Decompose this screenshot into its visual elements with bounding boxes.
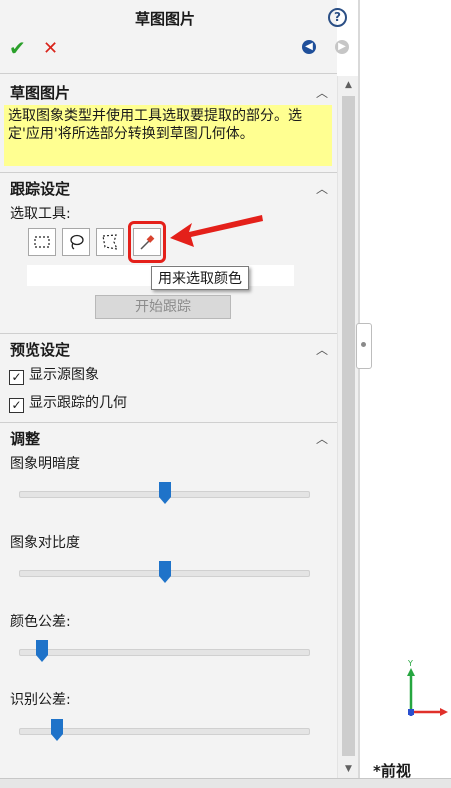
panel-collapse-handle[interactable]	[356, 323, 372, 369]
contrast-label: 图象对比度	[10, 535, 80, 551]
recognition-tolerance-label: 识别公差:	[10, 692, 71, 708]
info-message: 选取图象类型并使用工具选取要提取的部分。选定'应用'将所选部分转换到草图几何体。	[4, 105, 332, 166]
cancel-x-icon[interactable]: ✕	[43, 38, 58, 59]
forward-arrow-icon[interactable]: ▶	[335, 40, 349, 54]
scroll-down-arrow-icon[interactable]: ▼	[338, 760, 359, 778]
select-tools-label: 选取工具:	[10, 206, 71, 222]
separator	[0, 73, 337, 74]
ok-checkmark-icon[interactable]: ✔	[9, 36, 26, 60]
collapse-chevron-icon[interactable]: ︿	[316, 430, 328, 447]
contrast-slider-thumb[interactable]	[158, 561, 171, 583]
recognition-tolerance-slider-thumb[interactable]	[50, 719, 63, 741]
start-trace-button[interactable]: 开始跟踪	[95, 295, 231, 319]
section-title-preview-settings: 预览设定	[10, 341, 71, 359]
triad-y-label: Y	[407, 660, 413, 668]
panel-divider	[358, 0, 360, 787]
scrollbar-thumb[interactable]	[342, 96, 355, 756]
panel-title: 草图图片	[134, 10, 195, 28]
collapse-chevron-icon[interactable]: ︿	[316, 84, 328, 101]
separator	[0, 333, 337, 334]
tooltip: 用来选取颜色	[151, 266, 249, 290]
brightness-slider-thumb[interactable]	[158, 482, 171, 504]
property-manager-panel: 草图图片 ? ✔ ✕ ◀ ▶ 草图图片 ︿ 选取图象类型并使用工具选取要提取的部…	[0, 0, 349, 787]
help-icon[interactable]: ?	[328, 8, 347, 27]
color-tolerance-label: 颜色公差:	[10, 614, 71, 630]
coordinate-triad-icon: Y	[407, 660, 448, 716]
panel-scrollbar[interactable]: ▲ ▼	[337, 76, 359, 778]
section-title-sketch-picture: 草图图片	[10, 84, 71, 102]
show-source-label: 显示源图象	[29, 367, 99, 383]
color-picker-highlight-box	[128, 221, 166, 263]
polygon-select-button[interactable]	[96, 228, 124, 256]
show-traced-checkbox[interactable]: ✓	[9, 398, 24, 413]
show-source-checkbox[interactable]: ✓	[9, 370, 24, 385]
lasso-select-icon	[70, 234, 84, 250]
show-traced-row[interactable]: ✓ 显示跟踪的几何	[9, 392, 127, 413]
show-traced-label: 显示跟踪的几何	[29, 395, 127, 411]
section-title-trace-settings: 跟踪设定	[10, 180, 71, 198]
collapse-chevron-icon[interactable]: ︿	[316, 180, 328, 197]
polygon-select-icon	[102, 234, 118, 250]
lasso-select-button[interactable]	[62, 228, 90, 256]
show-source-row[interactable]: ✓ 显示源图象	[9, 364, 99, 385]
rectangle-select-button[interactable]	[28, 228, 56, 256]
back-arrow-icon[interactable]: ◀	[302, 40, 316, 54]
brightness-label: 图象明暗度	[10, 456, 80, 472]
color-tolerance-slider-track[interactable]	[19, 649, 310, 656]
separator	[0, 172, 337, 173]
annotation-arrow-icon	[170, 215, 263, 247]
rectangle-select-icon	[34, 236, 50, 248]
separator	[0, 422, 337, 423]
collapse-chevron-icon[interactable]: ︿	[316, 341, 328, 358]
scroll-up-arrow-icon[interactable]: ▲	[338, 76, 359, 94]
section-title-adjust: 调整	[10, 430, 41, 448]
color-tolerance-slider-thumb[interactable]	[36, 640, 49, 662]
